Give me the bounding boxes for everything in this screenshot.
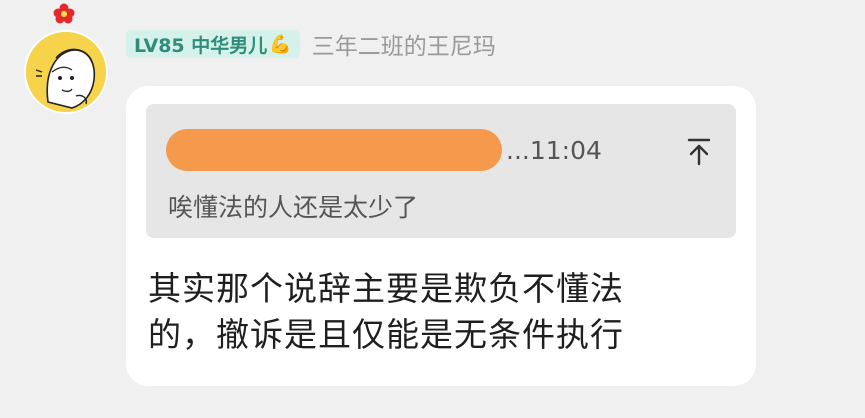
red-flower-icon <box>52 2 76 26</box>
quoted-message[interactable]: ...11:04 唉懂法的人还是太少了 <box>146 104 736 238</box>
message-line: 的，撤诉是且仅能是无条件执行 <box>148 315 624 354</box>
level-badge-label: LV85 中华男儿 <box>134 34 268 57</box>
flexed-biceps-icon: 💪 <box>269 33 292 55</box>
avatar[interactable] <box>24 30 108 114</box>
post-header: LV85 中华男儿 💪 三年二班的王尼玛 <box>126 27 496 61</box>
avatar-container[interactable] <box>20 3 108 114</box>
quote-header: ...11:04 <box>166 129 602 171</box>
quote-text: 唉懂法的人还是太少了 <box>168 193 419 222</box>
level-badge[interactable]: LV85 中华男儿 💪 <box>126 30 300 58</box>
message-line: 其实那个说辞主要是欺负不懂法 <box>148 269 624 308</box>
username[interactable]: 三年二班的王尼玛 <box>312 27 496 61</box>
pin-top-icon[interactable] <box>686 136 712 166</box>
quote-time: ...11:04 <box>506 135 602 165</box>
redacted-sender <box>166 129 502 171</box>
message-bubble[interactable]: ...11:04 唉懂法的人还是太少了 其实那个说辞主要是欺负不懂法 的，撤诉是… <box>126 86 756 386</box>
cartoon-avatar-icon <box>26 32 106 112</box>
message-body: 其实那个说辞主要是欺负不懂法 的，撤诉是且仅能是无条件执行 <box>148 266 708 358</box>
